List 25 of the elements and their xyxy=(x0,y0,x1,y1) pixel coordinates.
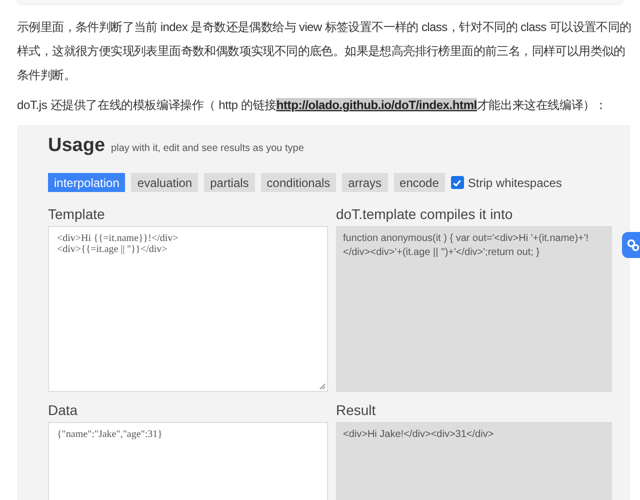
field-label: Template xyxy=(48,206,106,222)
paragraph: 示例里面，条件判断了当前 index 是奇数还是偶数给与 view 标签设置不一样的 class，针对不同的 class 可以设置不同的样式，这就很方便实现列表里面奇数和偶数项实现不同的底色。如果是想高亮排行榜里面的前三名，同样可以用类似的条件判断。 xyxy=(17,19,632,84)
data-field[interactable]: {"name":"Jake","age":31} xyxy=(48,422,328,500)
tab[interactable]: partials xyxy=(204,173,255,192)
result-output: <div>Hi Jake!</div><div>31</div> xyxy=(336,422,612,500)
field-label: doT.template compiles it into xyxy=(336,206,514,222)
checkbox[interactable] xyxy=(450,176,464,189)
share-button[interactable] xyxy=(622,232,640,258)
link-icon xyxy=(626,238,640,252)
section-title: Usage xyxy=(48,135,106,157)
resize-icon[interactable] xyxy=(319,383,326,390)
tab[interactable]: conditionals xyxy=(260,173,336,192)
tab[interactable]: arrays xyxy=(342,173,388,192)
subtitle: play with it, edit and see results as you type xyxy=(111,143,304,154)
field-label: Result xyxy=(336,402,377,418)
paragraph: 才能出来这在线编译）： xyxy=(476,98,607,112)
template-field[interactable]: <div>Hi {{=it.name}}!</div> <div>{{=it.age || ''}}</div> xyxy=(48,226,328,392)
tab[interactable]: interpolation xyxy=(48,173,126,192)
checkbox-label[interactable]: Strip whitespaces xyxy=(468,176,562,190)
tab[interactable]: evaluation xyxy=(131,173,198,192)
tab[interactable]: encode xyxy=(394,173,445,192)
paragraph: doT.js 还提供了在线的模板编译操作（ http 的链接 xyxy=(17,98,276,112)
link[interactable]: http://olado.github.io/doT/index.html xyxy=(276,98,477,112)
field-label: Data xyxy=(48,402,79,418)
compiled-output: function anonymous(it ) { var out='<div>Hi '+(it.name)+'!</div><div>'+(it.age || '')+'</div>';return out; } xyxy=(336,226,612,392)
